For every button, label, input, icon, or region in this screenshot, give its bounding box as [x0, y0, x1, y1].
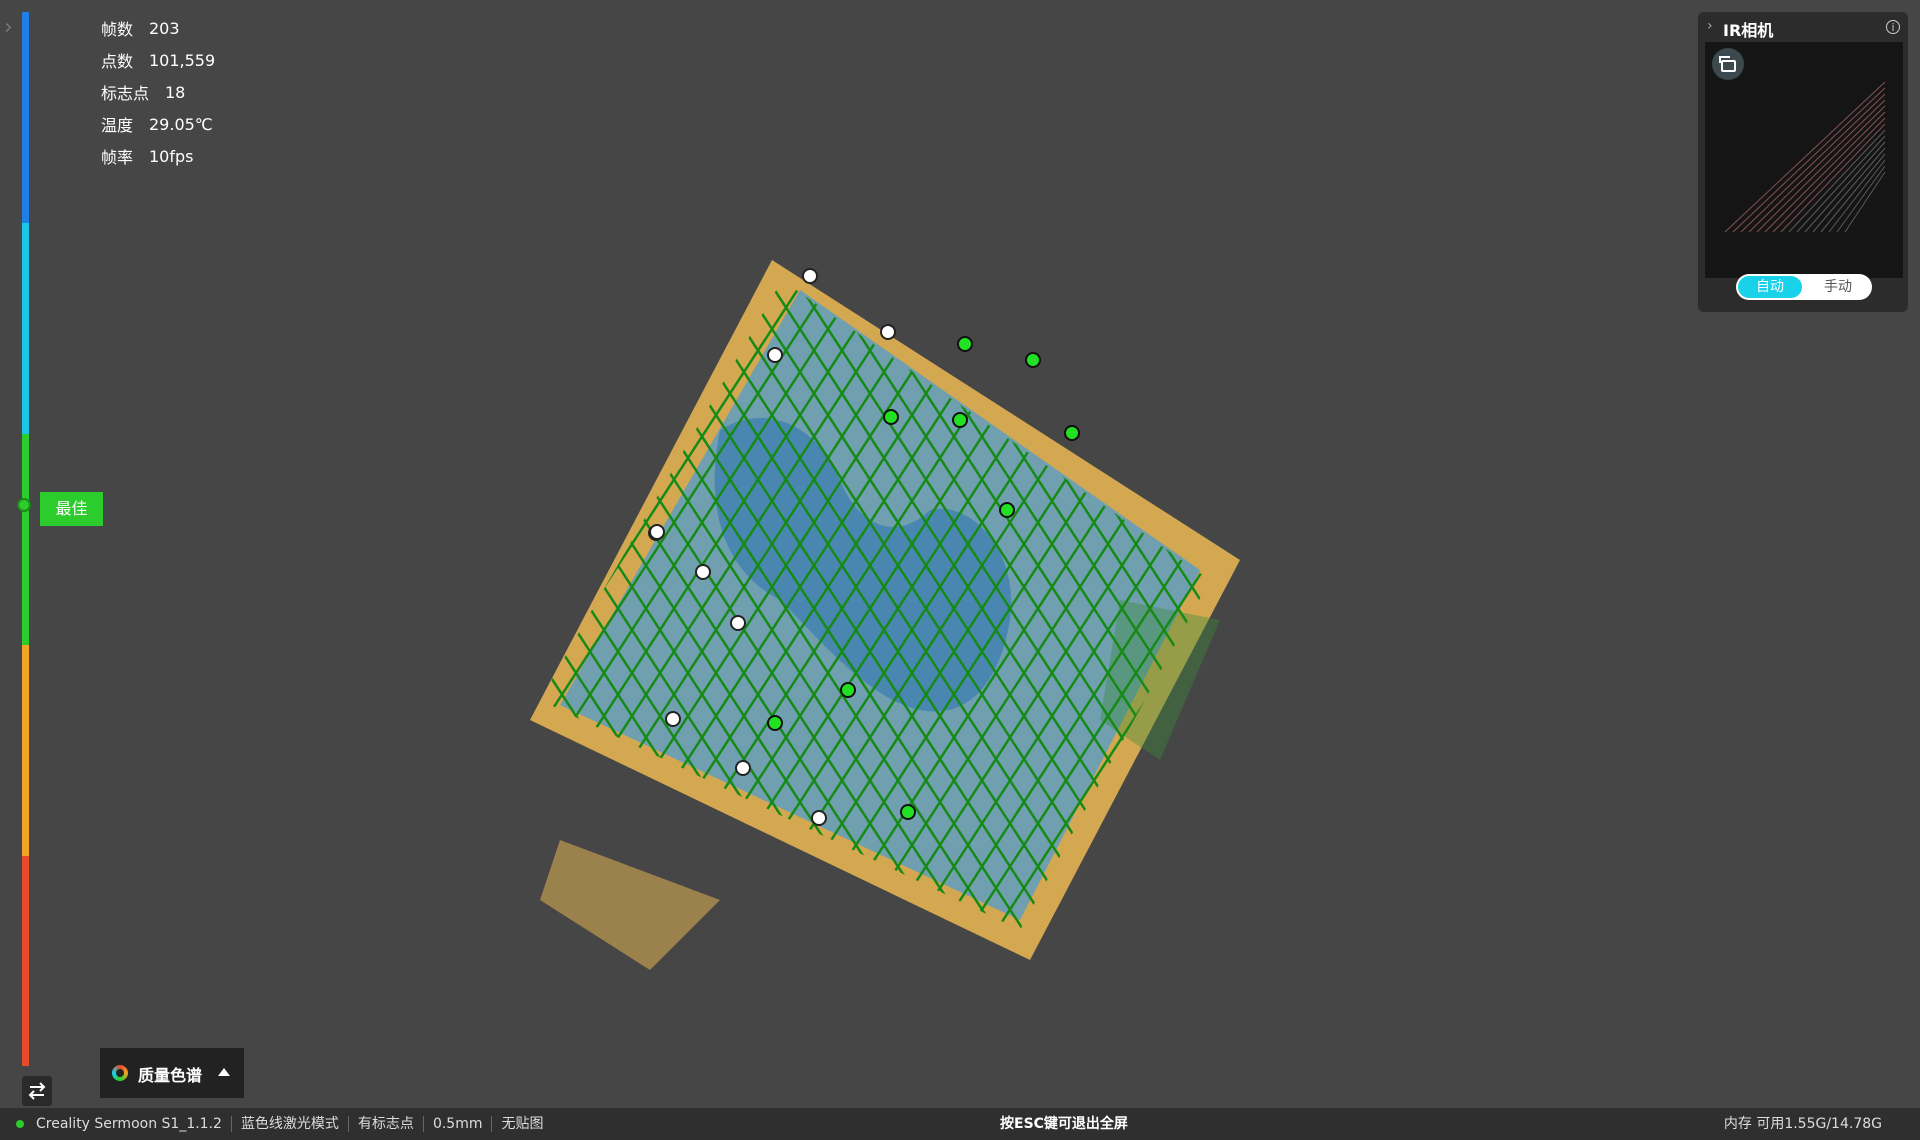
- colormap-label: 质量色谱: [138, 1066, 203, 1085]
- marker-point-white: [735, 760, 751, 776]
- mode-manual-button[interactable]: 手动: [1806, 276, 1870, 298]
- scan-3d-viewport[interactable]: [500, 200, 1260, 1060]
- status-marker-mode: 有标志点: [349, 1116, 424, 1132]
- stat-points: 点数 101,559: [101, 44, 215, 76]
- marker-point-green: [957, 336, 973, 352]
- marker-point-green: [999, 502, 1015, 518]
- quality-indicator-label: 最佳: [40, 492, 103, 526]
- status-resolution: 0.5mm: [424, 1116, 493, 1132]
- colormap-icon: [112, 1065, 128, 1081]
- stat-framerate: 帧率 10fps: [101, 140, 215, 172]
- ir-mode-toggle: 自动 手动: [1736, 274, 1872, 300]
- status-memory: 内存 可用1.55G/14.78G: [1723, 1116, 1882, 1132]
- quality-segment-good: [22, 223, 29, 434]
- marker-point-white: [695, 564, 711, 580]
- status-info: Creality Sermoon S1_1.1.2 蓝色线激光模式 有标志点 0…: [36, 1108, 552, 1140]
- quality-segment-poor: [22, 856, 29, 1066]
- info-icon[interactable]: i: [1886, 20, 1900, 34]
- quality-segment-fair: [22, 645, 29, 856]
- quality-colormap-button[interactable]: 质量色谱: [100, 1048, 244, 1098]
- marker-point-white: [665, 711, 681, 727]
- marker-point-green: [952, 412, 968, 428]
- stat-label: 帧率: [101, 148, 134, 167]
- marker-point-white: [811, 810, 827, 826]
- stat-label: 帧数: [101, 20, 134, 39]
- laser-line: [1248, 200, 1260, 1060]
- status-esc-hint: 按ESC键可退出全屏: [1000, 1116, 1128, 1132]
- marker-point-white: [767, 347, 783, 363]
- stat-value: 18: [165, 82, 186, 102]
- marker-point-white: [802, 268, 818, 284]
- quality-segment-excellent: [22, 12, 29, 223]
- marker-point-white: [730, 615, 746, 631]
- ir-camera-header[interactable]: › IR相机 i: [1698, 12, 1908, 42]
- ir-capture-button[interactable]: [1712, 48, 1744, 80]
- stat-value: 29.05℃: [149, 114, 213, 134]
- mode-auto-button[interactable]: 自动: [1738, 276, 1802, 298]
- stat-value: 203: [149, 18, 180, 38]
- marker-point-green: [1064, 425, 1080, 441]
- laser-line: [1220, 200, 1260, 1060]
- marker-point-green: [1025, 352, 1041, 368]
- ir-panel-chevron-icon[interactable]: ›: [1707, 18, 1713, 34]
- stat-temperature: 温度 29.05℃: [101, 108, 215, 140]
- marker-point-green: [883, 409, 899, 425]
- ir-camera-title: IR相机: [1723, 21, 1774, 40]
- stat-value: 101,559: [149, 50, 216, 70]
- marker-point-green: [840, 682, 856, 698]
- stat-value: 10fps: [149, 146, 194, 166]
- marker-point-green: [900, 804, 916, 820]
- swap-view-button[interactable]: [22, 1076, 52, 1106]
- stat-frames: 帧数 203: [101, 12, 215, 44]
- quality-scale-bar: [22, 12, 29, 1066]
- status-texture: 无贴图: [501, 1116, 544, 1132]
- status-bar: Creality Sermoon S1_1.1.2 蓝色线激光模式 有标志点 0…: [0, 1108, 1920, 1140]
- status-scan-mode: 蓝色线激光模式: [232, 1116, 349, 1132]
- stat-label: 点数: [101, 52, 134, 71]
- expand-panel-chevron-icon[interactable]: ›: [4, 16, 20, 40]
- caret-up-icon: [218, 1068, 230, 1076]
- laser-line: [1248, 200, 1260, 1060]
- status-device: Creality Sermoon S1_1.1.2: [36, 1116, 232, 1132]
- quality-indicator-thumb: [17, 498, 31, 512]
- point-cloud: [530, 260, 1240, 970]
- scan-stats: 帧数 203 点数 101,559 标志点 18 温度 29.05℃ 帧率 10fps: [101, 12, 215, 172]
- camera-switch-icon: [1719, 56, 1736, 72]
- stat-label: 标志点: [101, 84, 150, 103]
- marker-point-green: [767, 715, 783, 731]
- stat-label: 温度: [101, 116, 134, 135]
- stat-markers: 标志点 18: [101, 76, 215, 108]
- laser-line: [1220, 200, 1260, 1060]
- swap-arrows-icon: [28, 1082, 46, 1100]
- quality-segment-best: [22, 434, 29, 645]
- scan-fragment-lower-left: [540, 840, 720, 970]
- marker-point-white: [880, 324, 896, 340]
- ir-camera-panel: › IR相机 i 自动 手动: [1698, 12, 1908, 312]
- marker-point-white: [649, 524, 665, 540]
- connection-status-dot: [16, 1120, 24, 1128]
